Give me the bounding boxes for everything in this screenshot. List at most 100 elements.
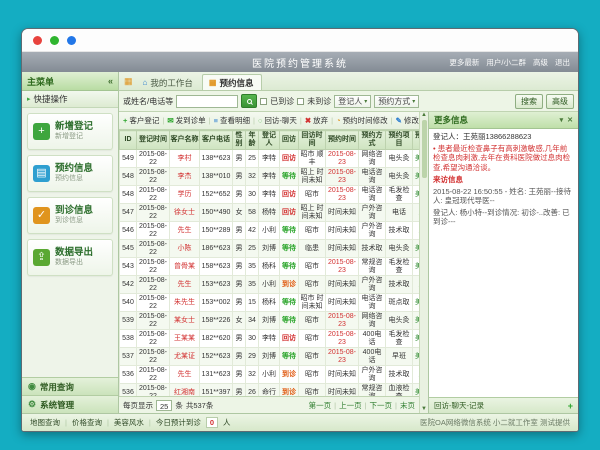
table-row[interactable]: 5472015-08-22徐女士150**490女58杨特回访昭上 时间未知时间…: [120, 204, 420, 222]
registrant-select[interactable]: 登记人 ▾: [334, 95, 371, 108]
cell-name: 朱先生: [170, 294, 200, 312]
titlebar-link[interactable]: 退出: [555, 57, 570, 68]
column-header[interactable]: 回访: [280, 131, 299, 150]
edit-button[interactable]: ✎修改: [394, 115, 419, 126]
view-detail-button[interactable]: ≡查看明细: [212, 115, 252, 126]
sidebar-section-common-query[interactable]: ◉常用查询: [22, 377, 118, 395]
cell-age: 25: [246, 150, 259, 168]
last-page-button[interactable]: 末页: [400, 400, 415, 411]
sidebar-item-appointment-info[interactable]: ▤预约信息预约信息: [27, 155, 113, 192]
cell-method: 网络咨询: [359, 150, 386, 168]
scrollbar-thumb[interactable]: [422, 120, 427, 178]
next-page-button[interactable]: 下一页: [370, 400, 393, 411]
titlebar-link[interactable]: 更多最新: [449, 57, 479, 68]
column-header[interactable]: 预约时间: [326, 131, 359, 150]
search-label: 或姓名/电话等: [123, 96, 173, 107]
cell-id: 548: [120, 186, 137, 204]
column-header[interactable]: 客户名称: [170, 131, 200, 150]
blue-dot[interactable]: [67, 36, 76, 45]
table-row[interactable]: 5392015-08-22某女士158**226女34刘博等待昭市2015-08…: [120, 312, 420, 330]
table-scrollbar[interactable]: ▲ ▼: [419, 112, 428, 413]
chat-record-bar[interactable]: 回访-聊天-记录 +: [429, 397, 578, 413]
table-row[interactable]: 5482015-08-22学历152**652男30李特回访昭市2015-08-…: [120, 186, 420, 204]
cell-item: 斑点取: [386, 294, 413, 312]
table-row[interactable]: 5482015-08-22李杰138**010男32李特等待昭上 时间未知201…: [120, 168, 420, 186]
column-header[interactable]: 登记时间: [137, 131, 170, 150]
column-header[interactable]: 性别: [233, 131, 246, 150]
tab-workbench[interactable]: ⌂我的工作台: [136, 74, 202, 90]
column-header[interactable]: ID: [120, 131, 137, 150]
quick-actions-label: 快捷操作: [34, 93, 68, 105]
customer-register-button[interactable]: +客户登记: [121, 115, 161, 126]
column-header[interactable]: 预约项目: [386, 131, 413, 150]
cell-age: 26: [246, 384, 259, 397]
followup-chat-button[interactable]: ◌回访-聊天: [256, 115, 299, 126]
scroll-up-icon[interactable]: ▲: [421, 112, 427, 118]
column-header[interactable]: 年龄: [246, 131, 259, 150]
table-row[interactable]: 5372015-08-22尤某证152**623男29刘博等待昭市2015-08…: [120, 348, 420, 366]
cell-follow: 临患: [299, 240, 326, 258]
green-dot[interactable]: [50, 36, 59, 45]
sidebar-item-sublabel: 新增登记: [55, 132, 93, 142]
query-button[interactable]: [241, 94, 257, 108]
search-button[interactable]: 搜索: [515, 94, 543, 109]
table-row[interactable]: 5362015-08-22红湘南151**397男26命行到诊昭市时间未知常规咨…: [120, 384, 420, 397]
table-row[interactable]: 5422015-08-22先生153**623男35小利到诊昭市时间未知户外咨询…: [120, 276, 420, 294]
scroll-down-icon[interactable]: ▼: [421, 406, 427, 412]
statusbar-map-query[interactable]: 地图查询: [30, 417, 60, 428]
not-arrived-checkbox[interactable]: [297, 98, 304, 105]
cell-sex: 男: [233, 258, 246, 276]
method-select[interactable]: 预约方式 ▾: [374, 95, 419, 108]
cell-item: 技术取: [386, 276, 413, 294]
search-input[interactable]: [176, 95, 238, 108]
sidebar-item-data-export[interactable]: ⇪数据导出数据导出: [27, 239, 113, 276]
table-row[interactable]: 5462015-08-22先生150**289男42小利等待昭市时间未知户外咨询…: [120, 222, 420, 240]
abandon-button[interactable]: ✖放弃: [303, 115, 330, 126]
column-header[interactable]: 登记人: [259, 131, 280, 150]
close-icon[interactable]: ✕: [567, 116, 573, 124]
table-row[interactable]: 5432015-08-22曾骨某158**623男35杨科等待昭市2015-08…: [120, 258, 420, 276]
collapse-icon[interactable]: «: [108, 76, 113, 86]
advanced-button[interactable]: 高级: [546, 94, 574, 109]
cell-method: 常规咨询: [359, 258, 386, 276]
table-row[interactable]: 5492015-08-22李村138**623男25李特回访昭市 顺丰2015-…: [120, 150, 420, 168]
add-icon[interactable]: +: [568, 401, 573, 411]
cell-item: 技术取: [386, 366, 413, 384]
table-row[interactable]: 5362015-08-22先生131**623男32小利到诊昭市时间未知户外咨询…: [120, 366, 420, 384]
apps-icon[interactable]: ▦: [124, 76, 133, 87]
titlebar-link[interactable]: 高级: [533, 57, 548, 68]
send-arrival-slip-button[interactable]: ✉发到诊单: [165, 115, 207, 126]
cell-sex: 男: [233, 240, 246, 258]
cell-status: 等待: [280, 240, 299, 258]
prev-page-button[interactable]: 上一页: [339, 400, 362, 411]
cell-phone: 158**623: [200, 258, 233, 276]
sidebar-item-new-registration[interactable]: +新增登记新增登记: [27, 113, 113, 150]
table-row[interactable]: 5402015-08-22朱先生153**002男15杨科等待昭市 时间未知时间…: [120, 294, 420, 312]
cell-follow: 昭市: [299, 348, 326, 366]
per-page-select[interactable]: 25: [156, 400, 172, 411]
column-header[interactable]: 回访时间: [299, 131, 326, 150]
statusbar-beauty-query[interactable]: 美容风水: [114, 417, 144, 428]
column-header[interactable]: 客户电话: [200, 131, 233, 150]
cell-sex: 男: [233, 348, 246, 366]
sidebar-section-system-manage[interactable]: ⚙系统管理: [22, 395, 118, 413]
cell-reg: 李特: [259, 330, 280, 348]
tab-appointment-info[interactable]: ▦预约信息: [202, 74, 263, 90]
chevron-down-icon[interactable]: ▾: [560, 116, 564, 124]
statusbar-price-query[interactable]: 价格查询: [72, 417, 102, 428]
table-row[interactable]: 5382015-08-22王某某182**620男30李特回访昭市2015-08…: [120, 330, 420, 348]
quick-actions-header[interactable]: ▸ 快捷操作: [22, 91, 118, 108]
table-row[interactable]: 5452015-08-22小陈186**623男25刘博等待临患时间未知技术取电…: [120, 240, 420, 258]
tab-bar: ▦ ⌂我的工作台▦预约信息: [119, 72, 578, 91]
arrived-checkbox[interactable]: [260, 98, 267, 105]
column-header[interactable]: 预约方式: [359, 131, 386, 150]
cell-age: 35: [246, 258, 259, 276]
first-page-button[interactable]: 第一页: [309, 400, 332, 411]
cell-id: 537: [120, 348, 137, 366]
modify-appointment-time-button[interactable]: ◔预约时间修改: [334, 115, 390, 126]
cell-follow: 昭市 顺丰: [299, 150, 326, 168]
cell-status: 到诊: [280, 276, 299, 294]
sidebar-item-arrival-info[interactable]: ✓到诊信息到诊信息: [27, 197, 113, 234]
titlebar-link[interactable]: 用户/小二群: [486, 57, 526, 68]
red-dot[interactable]: [33, 36, 42, 45]
